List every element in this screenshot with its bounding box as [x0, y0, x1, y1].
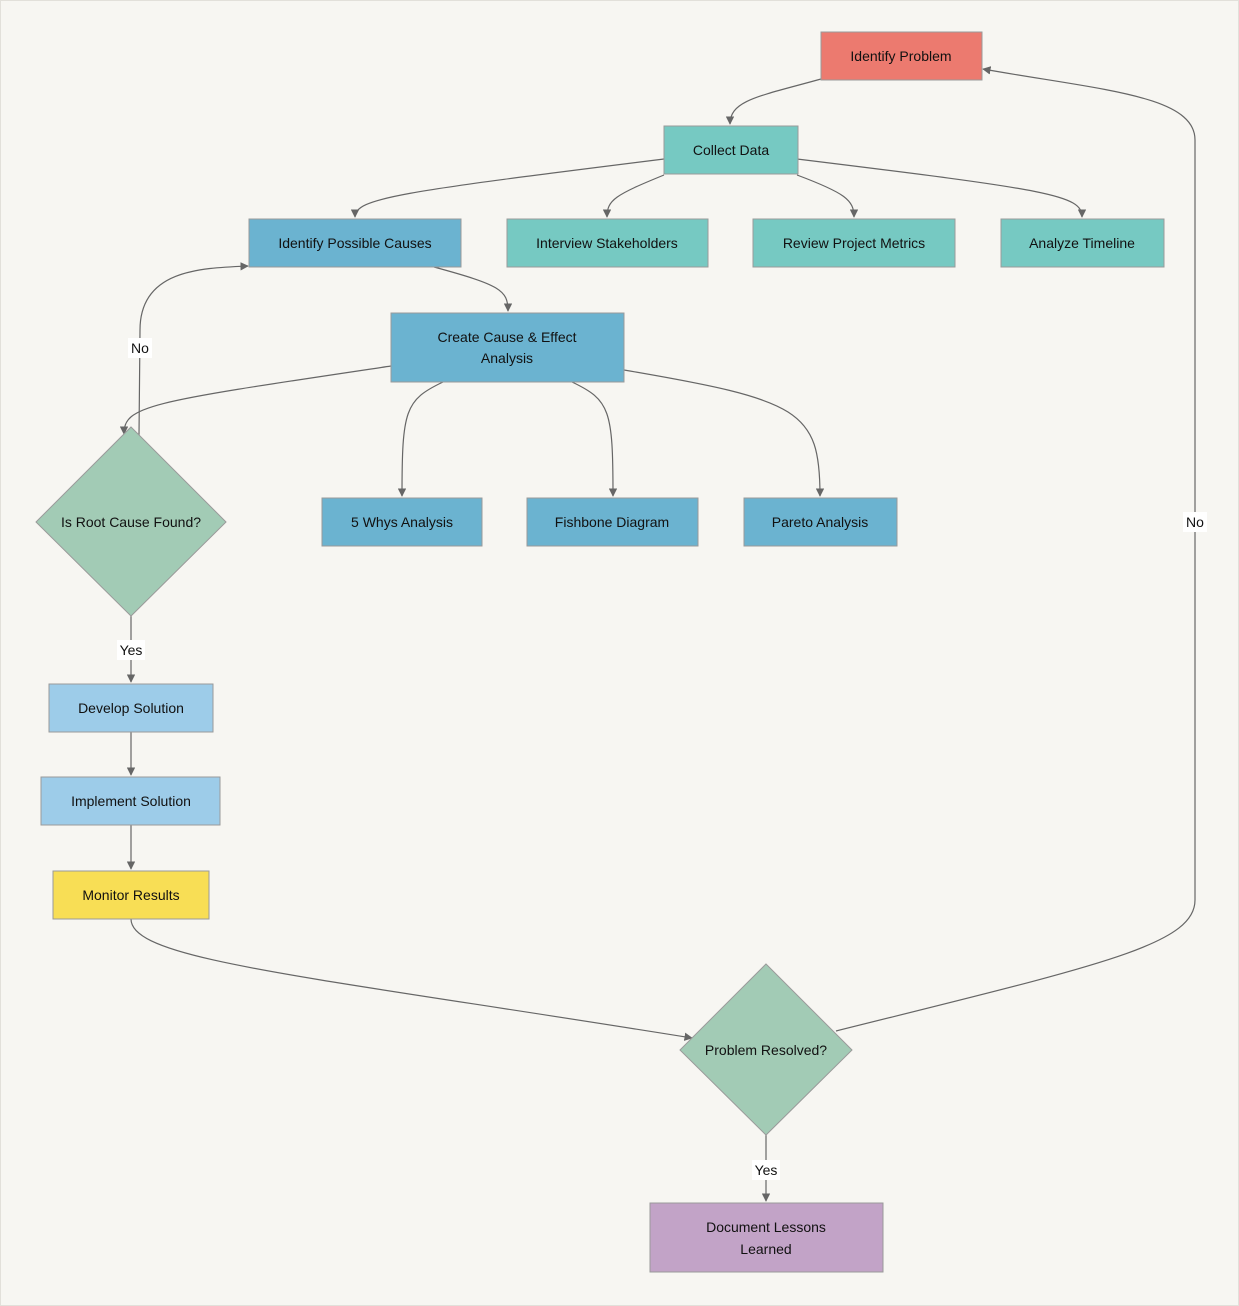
svg-text:Yes: Yes: [755, 1162, 778, 1178]
node-develop-solution[interactable]: Develop Solution: [48, 683, 214, 733]
node-pareto-analysis[interactable]: Pareto Analysis: [743, 497, 898, 547]
edge-label-root-yes: Yes: [117, 640, 145, 660]
svg-text:No: No: [1186, 514, 1204, 530]
node-5-whys-analysis[interactable]: 5 Whys Analysis: [321, 497, 483, 547]
node-implement-solution[interactable]: Implement Solution: [40, 776, 221, 826]
svg-text:Develop Solution: Develop Solution: [78, 700, 184, 716]
edge-label-root-no: No: [128, 338, 152, 358]
node-review-project-metrics[interactable]: Review Project Metrics: [752, 218, 956, 268]
svg-text:Problem Resolved?: Problem Resolved?: [705, 1042, 827, 1058]
svg-text:5 Whys Analysis: 5 Whys Analysis: [351, 514, 453, 530]
node-collect-data[interactable]: Collect Data: [663, 125, 799, 175]
edge-label-resolved-yes: Yes: [752, 1160, 780, 1180]
svg-text:Monitor Results: Monitor Results: [82, 887, 179, 903]
svg-text:Fishbone Diagram: Fishbone Diagram: [555, 514, 669, 530]
svg-text:Pareto Analysis: Pareto Analysis: [772, 514, 869, 530]
node-interview-stakeholders[interactable]: Interview Stakeholders: [506, 218, 709, 268]
svg-text:Review Project Metrics: Review Project Metrics: [783, 235, 925, 251]
svg-text:Is Root Cause Found?: Is Root Cause Found?: [61, 514, 201, 530]
svg-text:Yes: Yes: [120, 642, 143, 658]
node-cause-effect-analysis[interactable]: Create Cause & Effect Analysis: [390, 312, 625, 383]
svg-text:Analysis: Analysis: [481, 350, 533, 366]
svg-text:Identify Problem: Identify Problem: [850, 48, 951, 64]
svg-text:Collect Data: Collect Data: [693, 142, 769, 158]
node-identify-possible-causes[interactable]: Identify Possible Causes: [248, 218, 462, 268]
svg-text:No: No: [131, 340, 149, 356]
svg-text:Analyze Timeline: Analyze Timeline: [1029, 235, 1135, 251]
svg-text:Create Cause & Effect: Create Cause & Effect: [437, 329, 576, 345]
node-fishbone-diagram[interactable]: Fishbone Diagram: [526, 497, 699, 547]
node-analyze-timeline[interactable]: Analyze Timeline: [1000, 218, 1165, 268]
svg-text:Implement Solution: Implement Solution: [71, 793, 191, 809]
svg-text:Identify Possible Causes: Identify Possible Causes: [278, 235, 431, 251]
node-identify-problem[interactable]: Identify Problem: [820, 31, 983, 81]
node-monitor-results[interactable]: Monitor Results: [52, 870, 210, 920]
svg-text:Document Lessons: Document Lessons: [706, 1219, 826, 1235]
flowchart: No Yes No Yes Identify Problem Collect D…: [0, 0, 1239, 1306]
svg-text:Interview Stakeholders: Interview Stakeholders: [536, 235, 678, 251]
edge-label-resolved-no: No: [1183, 512, 1207, 532]
node-document-lessons-learned[interactable]: Document Lessons Learned: [649, 1202, 884, 1273]
svg-text:Learned: Learned: [740, 1241, 791, 1257]
